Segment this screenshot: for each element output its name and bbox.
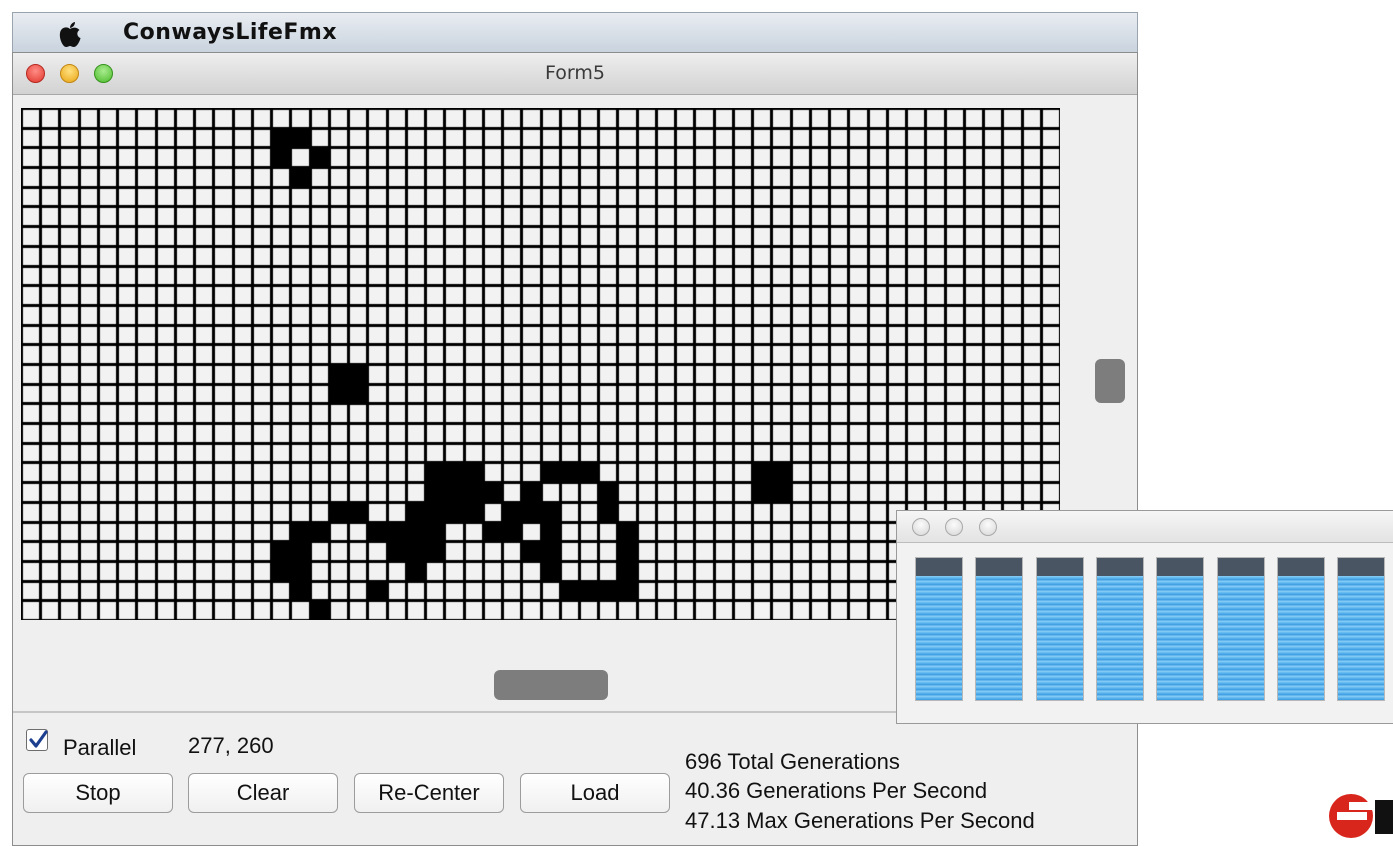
clear-button[interactable]: Clear: [188, 773, 338, 813]
cpu-core-bar-fill: [1036, 576, 1083, 700]
cpu-core-bar: [1156, 557, 1205, 701]
cpu-core-bar-fill: [1338, 576, 1385, 700]
cpu-core-bar-fill: [976, 576, 1023, 700]
horizontal-scrollbar-thumb[interactable]: [494, 670, 608, 700]
cpu-core-bar: [1035, 557, 1084, 701]
e-logo-icon: [1329, 794, 1393, 838]
parallel-label[interactable]: Parallel: [63, 735, 136, 761]
main-window: Form5 Parallel 277, 260 Stop Clear Re-Ce…: [12, 52, 1138, 846]
total-generations-text: 696 Total Generations: [685, 749, 900, 774]
parallel-checkbox[interactable]: [26, 729, 48, 751]
cpu-core-bar: [1216, 557, 1265, 701]
apple-icon[interactable]: [57, 21, 83, 49]
recenter-button[interactable]: Re-Center: [354, 773, 504, 813]
cpu-core-bar: [975, 557, 1024, 701]
app-name[interactable]: ConwaysLifeFmx: [123, 20, 337, 45]
cpu-zoom-button[interactable]: [979, 518, 997, 536]
window-titlebar[interactable]: Form5: [13, 53, 1137, 95]
cpu-monitor-titlebar[interactable]: [897, 511, 1393, 543]
cpu-core-bar: [915, 557, 963, 701]
cpu-core-bar-fill: [1277, 576, 1324, 700]
control-panel: Parallel 277, 260 Stop Clear Re-Center L…: [13, 711, 1137, 845]
stop-button[interactable]: Stop: [23, 773, 173, 813]
cpu-minimize-button[interactable]: [945, 518, 963, 536]
window-title: Form5: [545, 62, 605, 84]
menubar: ConwaysLifeFmx: [12, 12, 1138, 52]
cpu-monitor-window: [896, 510, 1393, 724]
cpu-core-bar-fill: [1096, 576, 1143, 700]
cpu-close-button[interactable]: [912, 518, 930, 536]
load-button[interactable]: Load: [520, 773, 670, 813]
cpu-core-bar-fill: [916, 576, 962, 700]
cpu-core-bar-fill: [1217, 576, 1264, 700]
generations-per-second-text: 40.36 Generations Per Second: [685, 778, 988, 803]
checkmark-icon: [29, 730, 48, 748]
cpu-core-bar: [1095, 557, 1144, 701]
cpu-core-bar: [1337, 557, 1386, 701]
max-generations-per-second-text: 47.13 Max Generations Per Second: [685, 808, 1035, 833]
cpu-core-bar: [1276, 557, 1325, 701]
cpu-core-bar-fill: [1157, 576, 1204, 700]
vertical-scrollbar-thumb[interactable]: [1095, 359, 1125, 403]
coordinates-readout: 277, 260: [188, 733, 274, 758]
